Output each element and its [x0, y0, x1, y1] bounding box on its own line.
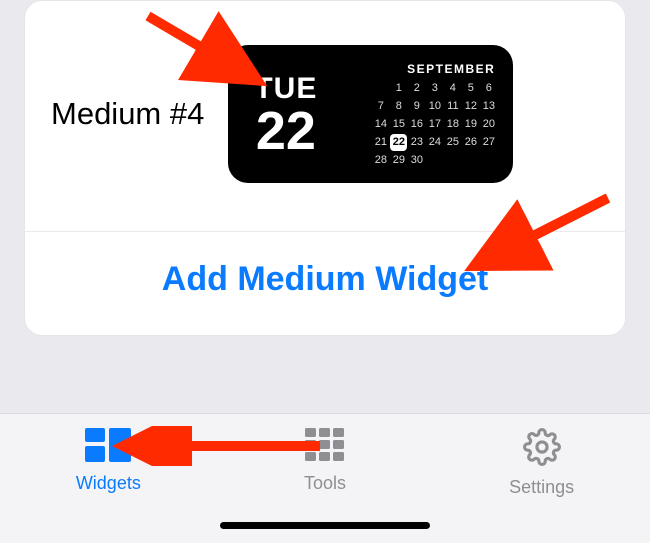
grid-icon [305, 428, 345, 467]
calendar-day: 10 [426, 98, 443, 115]
calendar-day: 24 [426, 134, 443, 151]
calendar-day: 11 [444, 98, 461, 115]
calendar-blank-cell: . [372, 80, 389, 97]
calendar-day: 12 [462, 98, 479, 115]
widgets-icon [85, 428, 131, 467]
calendar-day: 28 [372, 152, 389, 169]
calendar-day: 4 [444, 80, 461, 97]
widget-preview-calendar: SEPTEMBER .12345678910111213141516171819… [367, 57, 497, 173]
calendar-day: 25 [444, 134, 461, 151]
calendar-day: 9 [408, 98, 425, 115]
calendar-day: 19 [462, 116, 479, 133]
home-indicator[interactable] [220, 522, 430, 529]
calendar-day: 15 [390, 116, 407, 133]
tab-settings-label: Settings [509, 477, 574, 498]
tab-tools-label: Tools [304, 473, 346, 494]
widget-preview-date: TUE 22 [254, 57, 317, 173]
calendar-day: 20 [480, 116, 497, 133]
preview-calendar-grid: .123456789101112131415161718192021222324… [372, 80, 497, 169]
calendar-day: 16 [408, 116, 425, 133]
tab-tools[interactable]: Tools [240, 428, 410, 494]
calendar-day: 13 [480, 98, 497, 115]
calendar-day: 29 [390, 152, 407, 169]
preview-day-number: 22 [256, 104, 316, 158]
calendar-day: 6 [480, 80, 497, 97]
calendar-day: 21 [372, 134, 389, 151]
calendar-day: 27 [480, 134, 497, 151]
calendar-day: 17 [426, 116, 443, 133]
widget-preview: TUE 22 SEPTEMBER .1234567891011121314151… [228, 45, 513, 183]
tab-settings[interactable]: Settings [457, 428, 627, 498]
calendar-day: 2 [408, 80, 425, 97]
calendar-day: 26 [462, 134, 479, 151]
calendar-day: 7 [372, 98, 389, 115]
calendar-day: 14 [372, 116, 389, 133]
calendar-day: 3 [426, 80, 443, 97]
calendar-day: 5 [462, 80, 479, 97]
preview-month: SEPTEMBER [407, 62, 495, 76]
content-card: Medium #4 TUE 22 SEPTEMBER .123456789101… [24, 0, 626, 336]
widget-name-label: Medium #4 [51, 96, 204, 132]
tab-widgets-label: Widgets [76, 473, 141, 494]
gear-icon [523, 428, 561, 471]
widget-row[interactable]: Medium #4 TUE 22 SEPTEMBER .123456789101… [25, 1, 625, 231]
add-medium-widget-button[interactable]: Add Medium Widget [25, 232, 625, 335]
calendar-day-today: 22 [390, 134, 407, 151]
calendar-day: 18 [444, 116, 461, 133]
calendar-day: 30 [408, 152, 425, 169]
calendar-day: 1 [390, 80, 407, 97]
tab-widgets[interactable]: Widgets [23, 428, 193, 494]
calendar-day: 8 [390, 98, 407, 115]
calendar-day: 23 [408, 134, 425, 151]
